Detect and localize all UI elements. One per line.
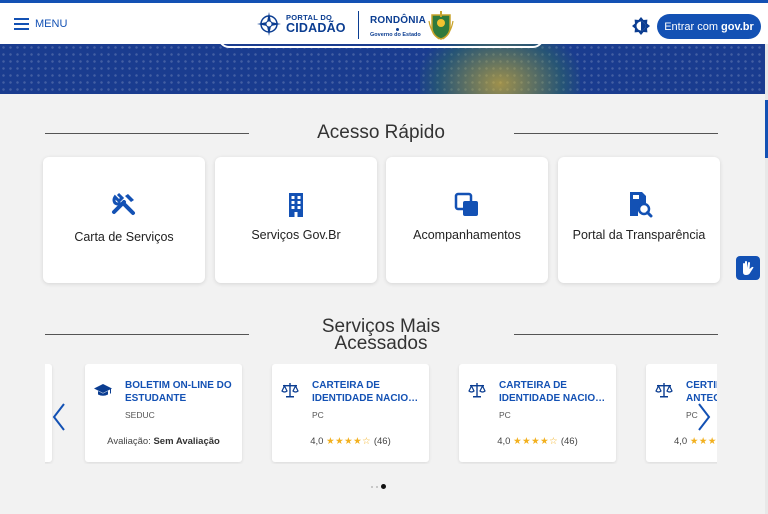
service-title: CARTEIRA DE IDENTIDADE NACIONA... xyxy=(499,380,609,404)
scale-icon xyxy=(468,383,486,398)
carousel-next-arrow-icon[interactable] xyxy=(697,402,711,432)
logo-state-name: RONDÔNIA xyxy=(370,15,427,26)
section-divider-left xyxy=(45,133,249,134)
quick-access-title: Acesso Rápido xyxy=(317,122,445,143)
logo-portal-line2: CIDADÃO xyxy=(286,20,346,35)
hamburger-icon xyxy=(14,18,29,30)
sign-language-icon xyxy=(743,261,754,275)
service-card[interactable]: BOLETIM ON-LINE DO ESTUDANTE SEDUC Avali… xyxy=(85,364,242,462)
service-rating: 4,0 ★★★★☆ (46) xyxy=(310,436,391,447)
service-rating: 4,0 ★★★ xyxy=(674,436,717,447)
service-card[interactable]: CARTEIRA DE IDENTIDADE NACIONA... PC 4,0… xyxy=(459,364,616,462)
rating-stars: ★★★★☆ xyxy=(513,436,559,447)
portal-do-cidadao-logo[interactable]: PORTAL DO CIDADÃO xyxy=(256,10,348,38)
section-divider-right xyxy=(514,334,718,335)
logo-dot xyxy=(396,28,399,31)
logo-divider xyxy=(358,11,359,39)
rondonia-logo[interactable]: RONDÔNIA Governo do Estado xyxy=(368,11,458,41)
contrast-toggle-button[interactable] xyxy=(632,17,650,35)
card-servicos-govbr[interactable]: Serviços Gov.Br xyxy=(215,157,377,283)
login-govbr-button[interactable]: Entrar com gov.br xyxy=(657,14,761,39)
carousel-pagination xyxy=(371,484,386,489)
service-org: SEDUC xyxy=(125,410,155,420)
login-brand: gov.br xyxy=(721,20,754,33)
site-header: MENU PORTAL DO CIDADÃO RONDÔNIA Governo … xyxy=(0,3,768,44)
card-label: Portal da Transparência xyxy=(572,228,706,242)
card-label: Acompanhamentos xyxy=(413,228,521,242)
carousel-prev-arrow-icon[interactable] xyxy=(52,402,66,432)
tools-icon xyxy=(112,192,135,215)
most-accessed-title-line2: Acessados xyxy=(334,333,428,354)
copy-icon xyxy=(454,192,478,216)
building-icon xyxy=(289,193,303,217)
accessibility-vlibras-button[interactable] xyxy=(736,256,760,280)
section-divider-left xyxy=(45,334,249,335)
menu-label: MENU xyxy=(35,18,68,30)
hero-banner xyxy=(0,44,768,94)
scale-icon xyxy=(655,383,673,398)
service-card-partial[interactable] xyxy=(45,364,52,462)
flag-graphic xyxy=(420,44,580,94)
login-prefix: Entrar com xyxy=(664,20,718,33)
card-label: Serviços Gov.Br xyxy=(251,228,341,242)
pager-dot[interactable] xyxy=(376,485,378,488)
rating-stars: ★★★★☆ xyxy=(326,436,372,447)
service-rating: 4,0 ★★★★☆ (46) xyxy=(497,436,578,447)
service-card[interactable]: CARTEIRA DE IDENTIDADE NACIONA... PC 4,0… xyxy=(272,364,429,462)
service-org: PC xyxy=(499,410,511,420)
card-carta-de-servicos[interactable]: Carta de Serviços xyxy=(43,157,205,283)
section-divider-right xyxy=(514,133,718,134)
services-carousel: BOLETIM ON-LINE DO ESTUDANTE SEDUC Avali… xyxy=(45,364,717,464)
card-portal-transparencia[interactable]: Portal da Transparência xyxy=(558,157,720,283)
search-document-icon xyxy=(630,192,653,218)
search-bar-edge[interactable] xyxy=(218,44,544,48)
graduation-cap-icon xyxy=(94,384,112,396)
card-acompanhamentos[interactable]: Acompanhamentos xyxy=(386,157,548,283)
service-title: CARTEIRA DE IDENTIDADE NACIONA... xyxy=(312,380,422,404)
service-org: PC xyxy=(312,410,324,420)
scale-icon xyxy=(281,383,299,398)
most-accessed-title: Serviços Mais Acessados xyxy=(283,317,479,354)
coat-of-arms-icon xyxy=(428,11,454,40)
pager-dot-active[interactable] xyxy=(381,484,386,489)
pager-dot[interactable] xyxy=(371,485,373,488)
service-rating: Avaliação: Sem Avaliação xyxy=(107,436,220,447)
rating-stars: ★★★ xyxy=(689,436,717,447)
service-title: BOLETIM ON-LINE DO ESTUDANTE xyxy=(125,380,232,404)
compass-logo-icon xyxy=(257,12,281,36)
logo-state-sub: Governo do Estado xyxy=(370,32,421,38)
menu-button[interactable]: MENU xyxy=(14,15,67,33)
contrast-icon xyxy=(632,17,650,35)
card-label: Carta de Serviços xyxy=(74,230,174,244)
